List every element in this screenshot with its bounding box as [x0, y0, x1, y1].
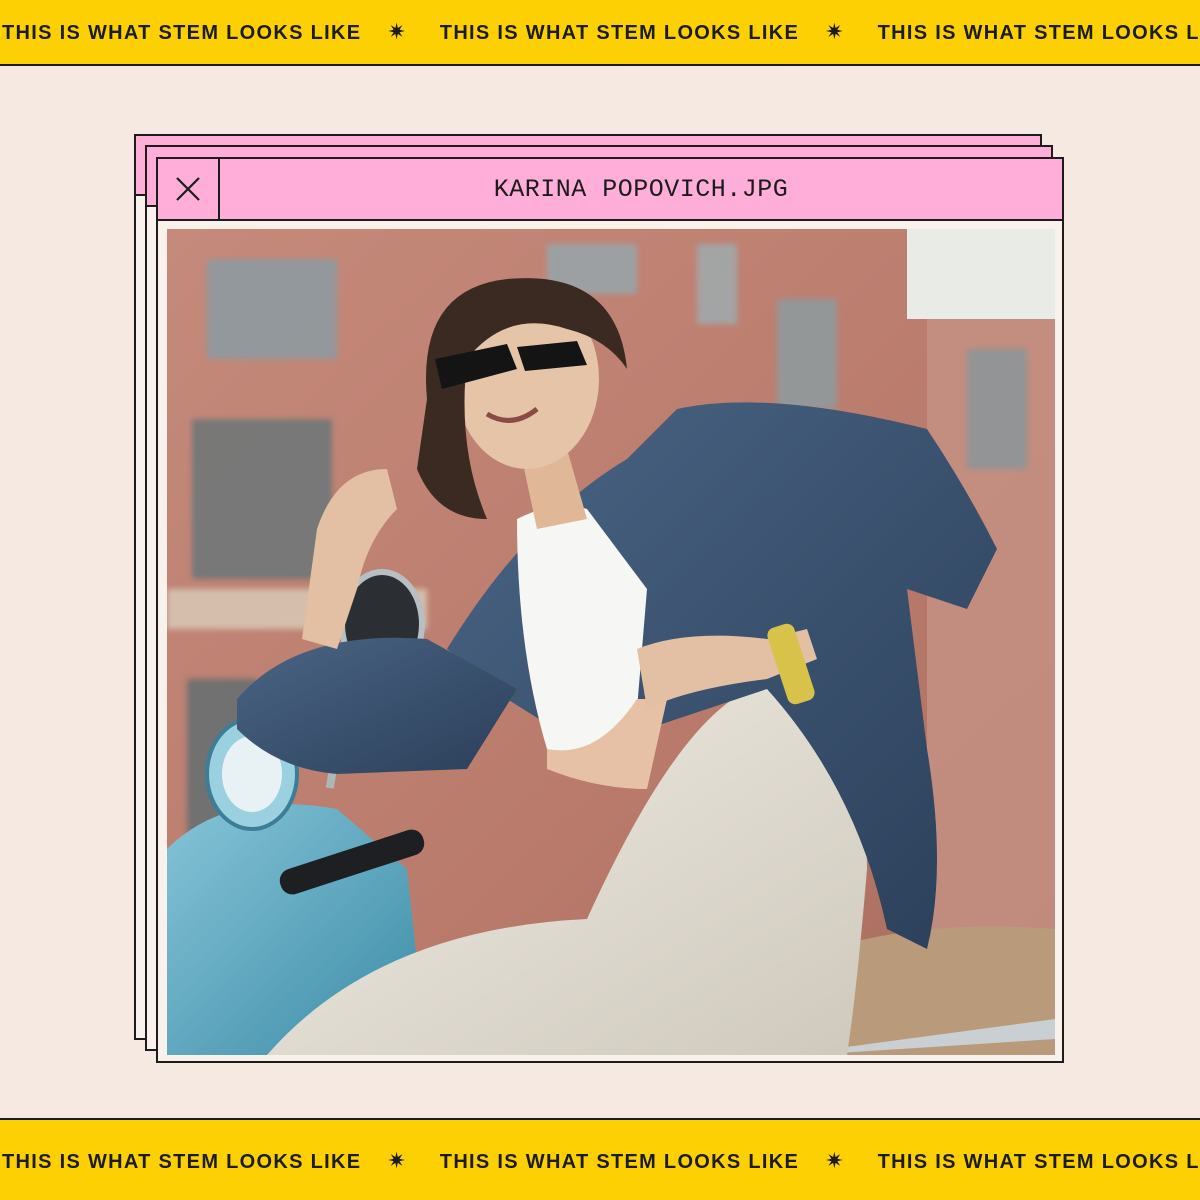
close-button[interactable] — [158, 159, 220, 219]
banner-track: THIS IS WHAT STEM LOOKS LIKE ✷ THIS IS W… — [2, 1151, 1200, 1174]
banner-text: THIS IS WHAT STEM LOOKS LIKE — [2, 21, 362, 44]
banner-text: THIS IS WHAT STEM LOOKS LIKE — [877, 21, 1200, 44]
bottom-banner: THIS IS WHAT STEM LOOKS LIKE ✷ THIS IS W… — [0, 1118, 1200, 1200]
top-banner: THIS IS WHAT STEM LOOKS LIKE ✷ THIS IS W… — [0, 0, 1200, 66]
star-icon: ✷ — [825, 20, 844, 45]
star-icon: ✷ — [387, 20, 406, 45]
banner-text: THIS IS WHAT STEM LOOKS LIKE — [2, 1150, 362, 1173]
banner-text: THIS IS WHAT STEM LOOKS LIKE — [439, 21, 800, 44]
close-icon — [176, 177, 200, 201]
banner-text: THIS IS WHAT STEM LOOKS LIKE — [877, 1150, 1200, 1173]
star-icon: ✷ — [387, 1149, 406, 1174]
banner-text: THIS IS WHAT STEM LOOKS LIKE — [439, 1150, 800, 1173]
photo — [167, 229, 1055, 1055]
window-titlebar: KARINA POPOVICH.JPG — [158, 159, 1062, 221]
banner-track: THIS IS WHAT STEM LOOKS LIKE ✷ THIS IS W… — [2, 22, 1200, 45]
photo-image — [167, 229, 1055, 1055]
image-window: KARINA POPOVICH.JPG — [156, 157, 1064, 1063]
star-icon: ✷ — [825, 1149, 844, 1174]
window-title: KARINA POPOVICH.JPG — [493, 174, 789, 204]
